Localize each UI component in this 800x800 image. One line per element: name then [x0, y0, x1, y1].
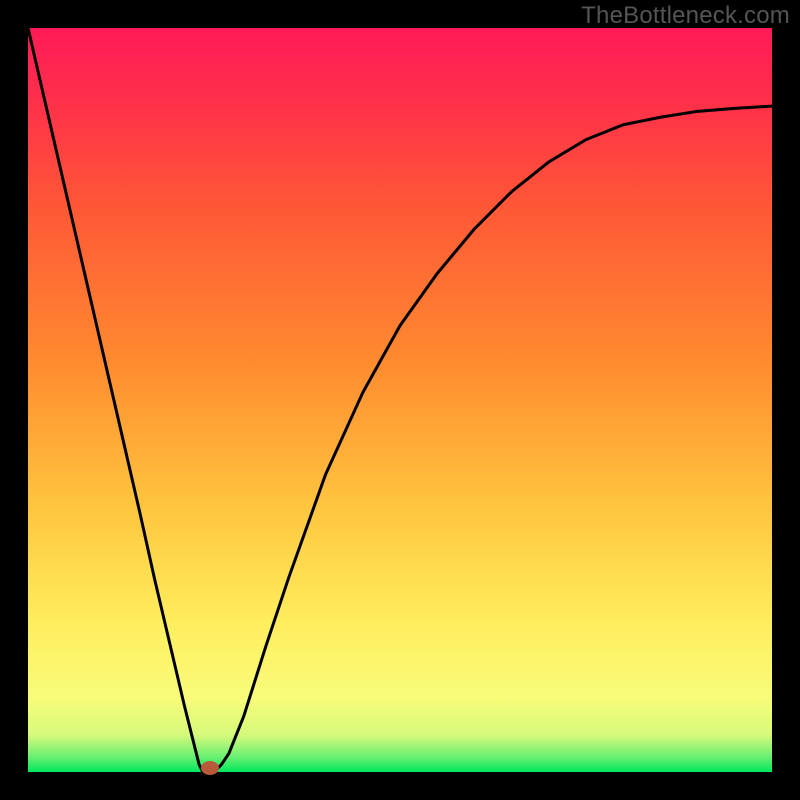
- gradient-background: [28, 28, 772, 772]
- chart-svg: [28, 28, 772, 772]
- plot-area: [28, 28, 772, 772]
- watermark-label: TheBottleneck.com: [581, 2, 790, 30]
- marker-dot: [201, 761, 219, 775]
